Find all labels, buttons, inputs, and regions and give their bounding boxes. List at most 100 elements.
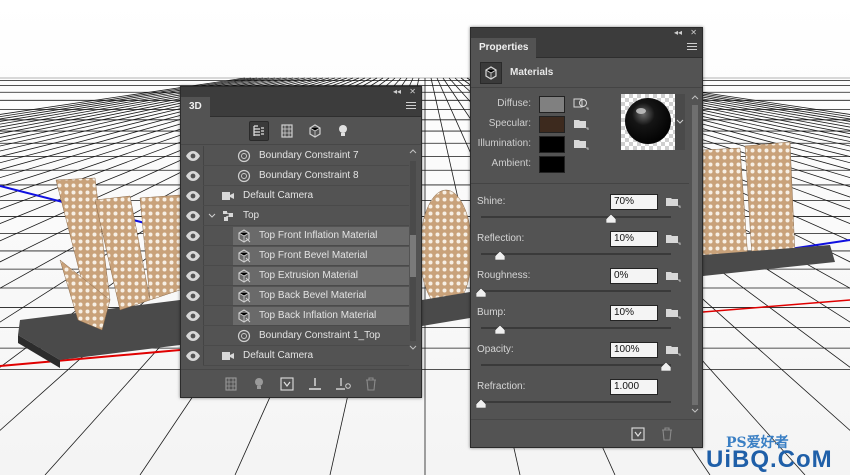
property-value-input[interactable]: 1.000 (610, 379, 658, 395)
property-slider-thumb[interactable] (494, 250, 505, 261)
material-filter-icon[interactable] (305, 121, 325, 141)
texture-edit-icon[interactable] (573, 97, 589, 111)
property-value-input[interactable]: 70% (610, 194, 658, 210)
property-slider-thumb[interactable] (605, 213, 616, 224)
material-icon (480, 61, 502, 84)
drop-to-plane-icon[interactable] (307, 376, 323, 392)
layer-row[interactable]: Top Back Inflation Material (181, 306, 409, 326)
3d-scene-viewport[interactable] (0, 0, 850, 475)
property-slider-thumb[interactable] (660, 361, 672, 372)
close-panel-button[interactable]: ✕ (409, 87, 416, 97)
properties-scrollbar[interactable] (691, 95, 699, 415)
property-slider-track[interactable] (481, 364, 671, 366)
eye-column-divider (203, 266, 204, 286)
visibility-eye-icon[interactable] (185, 330, 201, 342)
collapse-panel-button[interactable]: ◂◂ (674, 28, 682, 38)
render-icon[interactable] (631, 427, 645, 441)
add-constraint-icon[interactable] (335, 376, 351, 392)
add-mesh-icon[interactable] (223, 376, 239, 392)
folder-icon[interactable] (573, 137, 589, 151)
property-value-input[interactable]: 10% (610, 231, 658, 247)
3d-letter-o (419, 189, 473, 311)
property-slider-track[interactable] (481, 401, 671, 403)
folder-icon[interactable] (573, 117, 589, 131)
property-slider-track[interactable] (481, 216, 671, 218)
property-slider-track[interactable] (481, 290, 671, 292)
mesh-icon (221, 209, 235, 223)
property-slider-track[interactable] (481, 253, 671, 255)
color-swatch[interactable] (539, 136, 565, 153)
visibility-eye-icon[interactable] (185, 210, 201, 222)
layer-label: Top Front Bevel Material (259, 250, 368, 261)
panel-menu-icon[interactable] (406, 102, 416, 111)
layer-row[interactable]: Top Back Bevel Material (181, 286, 409, 306)
layer-label: Top Extrusion Material (259, 270, 358, 281)
preview-dropdown-chevron-icon[interactable] (675, 94, 685, 150)
delete-icon[interactable] (661, 427, 673, 441)
visibility-eye-icon[interactable] (185, 290, 201, 302)
tab-properties[interactable]: Properties (471, 38, 537, 58)
layer-row[interactable]: Top Front Bevel Material (181, 246, 409, 266)
visibility-eye-icon[interactable] (185, 310, 201, 322)
folder-icon[interactable] (665, 343, 681, 357)
watermark: PS爱好者 UiBQ.CoM (706, 430, 850, 475)
layer-row[interactable]: Boundary Constraint 7 (181, 146, 409, 166)
panel-menu-icon[interactable] (687, 43, 697, 52)
panel-tabbar: 3D (181, 97, 421, 117)
folder-icon[interactable] (665, 195, 681, 209)
layer-row[interactable]: Boundary Constraint 1_Top (181, 326, 409, 346)
property-slider-thumb[interactable] (475, 287, 487, 298)
mesh-filter-icon[interactable] (277, 121, 297, 141)
property-value-input[interactable]: 10% (610, 305, 658, 321)
property-slider-thumb[interactable] (475, 398, 487, 409)
add-light-icon[interactable] (251, 376, 267, 392)
eye-column-divider (203, 286, 204, 306)
tab-3d[interactable]: 3D (181, 97, 210, 117)
layer-row[interactable]: Default Camera (181, 186, 409, 206)
color-swatch[interactable] (539, 116, 565, 133)
visibility-eye-icon[interactable] (185, 230, 201, 242)
scene-filter-icon[interactable] (249, 120, 269, 141)
row-separator (203, 365, 409, 366)
eye-column-divider (203, 206, 204, 226)
visibility-eye-icon[interactable] (185, 190, 201, 202)
render-icon[interactable] (279, 376, 295, 392)
visibility-eye-icon[interactable] (185, 270, 201, 282)
material-label: Illumination: (477, 138, 531, 149)
property-slider-track[interactable] (481, 327, 671, 329)
visibility-eye-icon[interactable] (185, 170, 201, 182)
close-panel-button[interactable]: ✕ (690, 28, 697, 38)
visibility-eye-icon[interactable] (185, 350, 201, 362)
3d-layer-list: Boundary Constraint 7 Boundary Constraint… (181, 146, 421, 366)
property-label: Reflection: (477, 233, 525, 244)
property-value-input[interactable]: 0% (610, 268, 658, 284)
constraint-icon (237, 149, 251, 163)
property-label: Opacity: (477, 344, 514, 355)
layer-row[interactable]: Top Front Inflation Material (181, 226, 409, 246)
layer-label: Top (243, 210, 260, 221)
color-swatch[interactable] (539, 96, 565, 113)
folder-icon[interactable] (665, 269, 681, 283)
folder-icon[interactable] (665, 232, 681, 246)
material-preview[interactable] (621, 94, 675, 150)
layer-row[interactable]: Top (181, 206, 409, 226)
materials-header: Materials (471, 58, 702, 88)
expand-chevron-icon[interactable] (208, 212, 216, 220)
collapse-panel-button[interactable]: ◂◂ (393, 87, 401, 97)
panel-topbar: ◂◂ ✕ (471, 28, 702, 38)
visibility-eye-icon[interactable] (185, 150, 201, 162)
layer-row[interactable]: Boundary Constraint 8 (181, 166, 409, 186)
property-value-input[interactable]: 100% (610, 342, 658, 358)
layer-label: Top Back Inflation Material (259, 310, 377, 321)
property-slider-thumb[interactable] (494, 324, 505, 335)
layer-row[interactable]: Default Camera (181, 346, 409, 366)
layer-list-scrollbar[interactable] (409, 149, 417, 353)
layer-row[interactable]: Top Extrusion Material (181, 266, 409, 286)
visibility-eye-icon[interactable] (185, 250, 201, 262)
properties-bottom-toolbar (471, 419, 702, 447)
eye-column-divider (203, 166, 204, 186)
light-filter-icon[interactable] (333, 121, 353, 141)
folder-icon[interactable] (665, 306, 681, 320)
delete-icon[interactable] (363, 376, 379, 392)
color-swatch[interactable] (539, 156, 565, 173)
